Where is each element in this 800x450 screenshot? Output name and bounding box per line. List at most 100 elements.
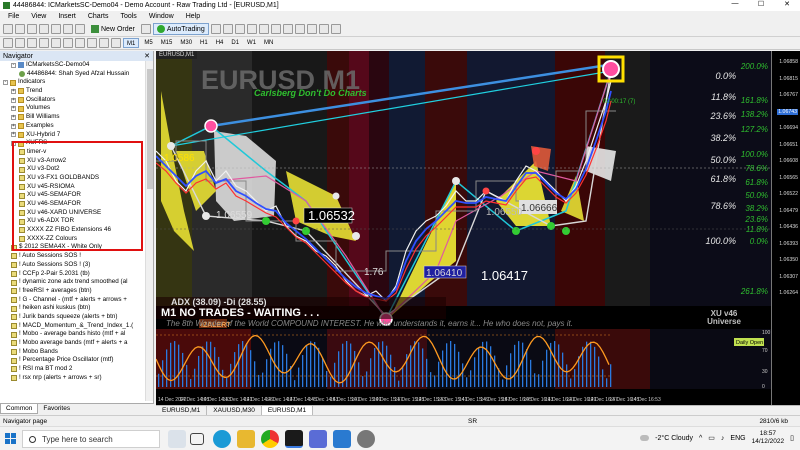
tab-common[interactable]: Common: [0, 404, 39, 414]
navigator-item[interactable]: ! MACD_Momentum_&_Trend_Index_1.(: [0, 322, 146, 331]
expand-icon[interactable]: +: [11, 114, 16, 120]
taskbar-clock[interactable]: 18:57 14/12/2022: [752, 430, 785, 446]
candle-chart-icon[interactable]: [222, 24, 233, 34]
expand-icon[interactable]: +: [11, 97, 16, 103]
terminal-icon[interactable]: [63, 24, 73, 34]
expand-icon[interactable]: +: [11, 132, 16, 138]
navigator-item[interactable]: + Trend: [0, 87, 146, 96]
task-view-icon[interactable]: [190, 433, 204, 445]
channel-icon[interactable]: [63, 38, 73, 48]
chevron-up-icon[interactable]: ^: [699, 435, 702, 442]
navigator-item[interactable]: + Oscillators: [0, 96, 146, 105]
navigator-item[interactable]: ! Mobo - average bands histo (mtf + al: [0, 330, 146, 339]
chart-tab-xauusd-m30[interactable]: XAUUSD,M30: [207, 406, 262, 415]
indicators-icon[interactable]: [306, 24, 317, 34]
chart-tab-eurusd-m1[interactable]: EURUSD,M1: [156, 406, 208, 415]
navigator-item[interactable]: ! heiken ashi kuskus (btn): [0, 304, 146, 313]
menu-window[interactable]: Window: [143, 13, 180, 20]
timeframe-m30[interactable]: M30: [177, 38, 195, 48]
new-order-button[interactable]: New Order: [87, 23, 139, 35]
new-chart-icon[interactable]: [3, 24, 13, 34]
navigator-item[interactable]: ! Mobo Bands: [0, 348, 146, 357]
close-button[interactable]: ✕: [774, 0, 800, 8]
navigator-item[interactable]: ! dynamic zone adx trend smoothed (al: [0, 278, 146, 287]
bar-chart-icon[interactable]: [210, 24, 221, 34]
metatrader-icon[interactable]: [285, 430, 303, 448]
text-icon[interactable]: [87, 38, 97, 48]
navigator-item[interactable]: ! Auto Sessions SOS !: [0, 252, 146, 261]
navigator-item[interactable]: + XU-Hybrid 7: [0, 131, 146, 140]
maximize-button[interactable]: ☐: [748, 0, 774, 8]
vertical-line-icon[interactable]: [27, 38, 37, 48]
ms-store-icon[interactable]: [309, 430, 327, 448]
navigator-item[interactable]: + Volumes: [0, 104, 146, 113]
weather-text[interactable]: -2°C Cloudy: [655, 435, 693, 442]
menu-file[interactable]: File: [2, 13, 25, 20]
zoom-out-icon[interactable]: [258, 24, 269, 34]
zoom-in-icon[interactable]: [246, 24, 257, 34]
data-window-icon[interactable]: [39, 24, 49, 34]
navigator-scrollbar[interactable]: [145, 61, 153, 401]
navigator-item[interactable]: + Bill Williams: [0, 113, 146, 122]
periods-icon[interactable]: [318, 24, 329, 34]
navigator-item[interactable]: ! Percentage Price Oscillator (mtf): [0, 356, 146, 365]
arrow-icon[interactable]: [111, 38, 121, 48]
navigator-close-icon[interactable]: ✕: [144, 52, 150, 60]
navigator-item[interactable]: - ICMarketsSC-Demo04: [0, 61, 146, 70]
chart-canvas[interactable]: EURUSD M1 Carlsberg Don't Do Charts 1.06…: [156, 51, 771, 405]
menu-view[interactable]: View: [25, 13, 52, 20]
line-chart-icon[interactable]: [234, 24, 245, 34]
timeframe-d1[interactable]: D1: [228, 38, 242, 48]
tab-favorites[interactable]: Favorites: [38, 404, 75, 414]
file-explorer-icon[interactable]: [237, 430, 255, 448]
menu-help[interactable]: Help: [180, 13, 206, 20]
navigator-item[interactable]: 44486844: Shah Syed Afzal Hussain: [0, 70, 146, 79]
decorative-tasks-icon[interactable]: [168, 430, 186, 448]
price-axis[interactable]: 1.06858 1.06815 1.06767 1.06743 1.06694 1.066…: [771, 51, 800, 405]
network-icon[interactable]: ▭: [708, 434, 715, 442]
expand-icon[interactable]: +: [11, 106, 16, 112]
menu-tools[interactable]: Tools: [114, 13, 142, 20]
minimize-button[interactable]: —: [722, 0, 748, 8]
navigator-item[interactable]: ! G - Channel - (mtf + alerts + arrows +: [0, 296, 146, 305]
trendline-icon[interactable]: [51, 38, 61, 48]
navigator-icon[interactable]: [51, 24, 61, 34]
navigator-scroll-thumb[interactable]: [147, 69, 153, 189]
timeframe-m15[interactable]: M15: [158, 38, 176, 48]
navigator-item[interactable]: ! Auto Sessions SOS ! (3): [0, 261, 146, 270]
navigator-item[interactable]: ! Jurik bands squeeze (alerts + btn): [0, 313, 146, 322]
timeframe-m1[interactable]: M1: [123, 38, 140, 48]
label-icon[interactable]: [99, 38, 109, 48]
navigator-item[interactable]: ! RSI ma BT mod 2: [0, 365, 146, 374]
windows-start-icon[interactable]: [5, 433, 16, 444]
autoscroll-icon[interactable]: [282, 24, 293, 34]
edge-icon[interactable]: [213, 430, 231, 448]
navigator-item[interactable]: - Indicators: [0, 78, 146, 87]
navigator-item[interactable]: ! rsx nrp (alerts + arrows + sr): [0, 374, 146, 383]
settings-gear-icon[interactable]: [357, 430, 375, 448]
timeframe-h4[interactable]: H4: [213, 38, 227, 48]
chart-window[interactable]: EURUSD M1 Carlsberg Don't Do Charts 1.06…: [156, 51, 771, 405]
taskbar-search[interactable]: Type here to search: [22, 430, 160, 448]
notification-icon[interactable]: ▯: [790, 434, 794, 442]
cursor-icon[interactable]: [3, 38, 13, 48]
fibonacci-icon[interactable]: [75, 38, 85, 48]
timeframe-h1[interactable]: H1: [197, 38, 211, 48]
mail-icon[interactable]: [333, 430, 351, 448]
autotrading-button[interactable]: AutoTrading: [152, 23, 209, 35]
timeframe-mn[interactable]: MN: [261, 38, 276, 48]
chrome-icon[interactable]: [261, 430, 279, 448]
timeframe-m5[interactable]: M5: [141, 38, 155, 48]
market-watch-icon[interactable]: [27, 24, 37, 34]
horizontal-line-icon[interactable]: [39, 38, 49, 48]
collapse-icon[interactable]: -: [11, 62, 16, 68]
language-icon[interactable]: ENG: [730, 435, 745, 442]
collapse-icon[interactable]: -: [3, 80, 8, 86]
expand-icon[interactable]: +: [11, 123, 16, 129]
navigator-item[interactable]: ! CCFp 2-Pair 5.2031 (tb): [0, 270, 146, 279]
expand-icon[interactable]: +: [11, 88, 16, 94]
chart-shift-icon[interactable]: [294, 24, 305, 34]
strategy-tester-icon[interactable]: [75, 24, 85, 34]
profiles-icon[interactable]: [15, 24, 25, 34]
menu-charts[interactable]: Charts: [82, 13, 115, 20]
